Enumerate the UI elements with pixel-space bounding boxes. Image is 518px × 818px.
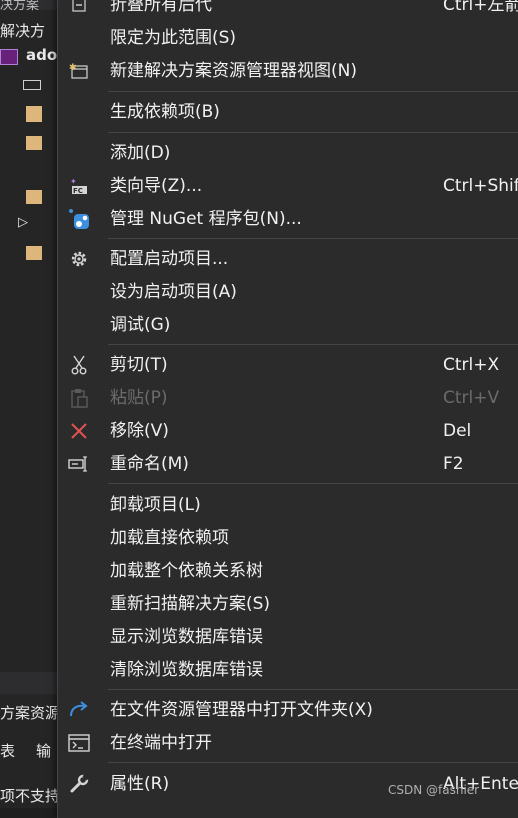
menu-separator xyxy=(108,238,518,239)
class-wizard-icon: ✦ FC xyxy=(67,174,91,198)
project-icon xyxy=(0,49,18,65)
menu-item-configure-startup[interactable]: 配置启动项目... xyxy=(58,243,518,275)
solution-explorer-panel: 决方案 解决方 ado ▷ 方案资源 表 输 项不支持 xyxy=(0,0,60,808)
new-view-icon: ✱ xyxy=(67,59,91,83)
wrench-icon xyxy=(67,772,91,796)
watermark: CSDN @fashier xyxy=(388,783,480,797)
menu-item-class-wizard[interactable]: ✦ FC 类向导(Z)... Ctrl+Shif xyxy=(58,170,518,202)
context-menu: 折叠所有后代 Ctrl+左箭 限定为此范围(S) ✱ 新建解决方案资源管理器视图… xyxy=(57,0,518,818)
menu-item-set-startup[interactable]: 设为启动项目(A) xyxy=(58,276,518,308)
folder-icon[interactable] xyxy=(26,106,42,122)
gear-icon xyxy=(67,247,91,271)
filter-folder-icon[interactable] xyxy=(26,246,42,260)
menu-item-show-browse-db-errors[interactable]: 显示浏览数据库错误 xyxy=(58,621,518,653)
svg-text:✱: ✱ xyxy=(69,63,77,73)
menu-item-paste[interactable]: 粘贴(P) Ctrl+V xyxy=(58,382,518,414)
menu-item-new-explorer-view[interactable]: ✱ 新建解决方案资源管理器视图(N) xyxy=(58,55,518,87)
menu-item-build-dependencies[interactable]: 生成依赖项(B) xyxy=(58,96,518,128)
filter-folder-icon[interactable] xyxy=(26,136,42,150)
menu-separator xyxy=(108,483,518,484)
open-folder-arrow-icon xyxy=(67,698,91,722)
menu-item-cut[interactable]: 剪切(T) Ctrl+X xyxy=(58,349,518,381)
menu-item-rename[interactable]: 重命名(M) F2 xyxy=(58,448,518,480)
menu-separator xyxy=(108,91,518,92)
title-fragment: 决方案 xyxy=(0,0,40,13)
tab-fragment-2[interactable]: 输 xyxy=(36,740,51,761)
status-fragment: 项不支持 xyxy=(0,787,60,805)
menu-item-unload-project[interactable]: 卸载项目(L) xyxy=(58,489,518,521)
nuget-icon xyxy=(67,207,91,231)
menu-separator xyxy=(108,132,518,133)
expand-arrow-icon[interactable]: ▷ xyxy=(18,215,28,230)
menu-separator xyxy=(108,344,518,345)
terminal-icon xyxy=(67,731,91,755)
menu-item-debug[interactable]: 调试(G) xyxy=(58,309,518,341)
menu-item-load-direct-dependencies[interactable]: 加载直接依赖项 xyxy=(58,522,518,554)
menu-item-collapse-all[interactable]: 折叠所有后代 Ctrl+左箭 xyxy=(58,0,518,21)
collapse-icon xyxy=(67,0,91,17)
rename-icon xyxy=(67,452,91,476)
menu-item-manage-nuget[interactable]: 管理 NuGet 程序包(N)... xyxy=(58,203,518,235)
panel-divider xyxy=(0,672,60,694)
menu-separator xyxy=(108,689,518,690)
project-name-fragment[interactable]: ado xyxy=(26,46,57,64)
menu-item-clear-browse-db-errors[interactable]: 清除浏览数据库错误 xyxy=(58,654,518,686)
tab-fragment-1[interactable]: 表 xyxy=(0,740,15,761)
scissors-icon xyxy=(67,353,91,377)
panel-title-fragment: 方案资源 xyxy=(0,704,60,722)
svg-text:✦: ✦ xyxy=(70,177,77,186)
solution-label-fragment: 解决方 xyxy=(0,22,46,40)
filter-folder-icon[interactable] xyxy=(26,190,42,204)
menu-item-rescan-solution[interactable]: 重新扫描解决方案(S) xyxy=(58,588,518,620)
menu-item-remove[interactable]: 移除(V) Del xyxy=(58,415,518,447)
menu-item-open-in-file-explorer[interactable]: 在文件资源管理器中打开文件夹(X) xyxy=(58,694,518,726)
menu-item-scope-to-this[interactable]: 限定为此范围(S) xyxy=(58,22,518,54)
paste-icon xyxy=(67,386,91,410)
menu-item-load-dependency-tree[interactable]: 加载整个依赖关系树 xyxy=(58,555,518,587)
remove-icon xyxy=(67,419,91,443)
svg-text:FC: FC xyxy=(73,187,83,195)
references-icon xyxy=(23,80,41,90)
menu-item-add[interactable]: 添加(D) xyxy=(58,137,518,169)
menu-separator xyxy=(108,762,518,763)
menu-item-open-in-terminal[interactable]: 在终端中打开 xyxy=(58,727,518,759)
